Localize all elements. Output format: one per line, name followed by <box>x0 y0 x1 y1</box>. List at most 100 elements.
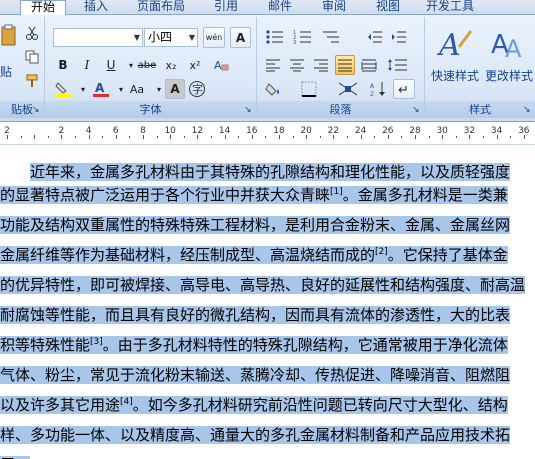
font-group: ▼ 小四 ▼ wén A B I U ▾ abe x₂ x² A ▾ A ▾ A… <box>45 17 257 118</box>
styles-group-label: 样式 <box>425 101 535 118</box>
change-styles-label[interactable]: 更改样式 <box>485 67 533 84</box>
citation-superscript[interactable]: [3] <box>90 337 103 347</box>
ruler-number: 14 <box>218 126 231 136</box>
format-painter-button[interactable] <box>22 71 42 91</box>
italic-button[interactable]: I <box>77 55 97 75</box>
phonetic-guide-label: wén <box>205 33 223 42</box>
svg-text:A: A <box>214 59 222 72</box>
multilevel-list-button[interactable] <box>319 27 343 47</box>
paste-label[interactable]: 贴 <box>0 63 12 80</box>
phonetic-guide-button[interactable]: wén <box>203 27 225 48</box>
selected-text: 的显著特点被广泛运用于各个行业中并获大众青睐[1]。金属多孔材料是一类兼 <box>0 186 508 204</box>
borders-button[interactable] <box>297 79 321 99</box>
numbering-button[interactable]: 123 <box>291 27 315 47</box>
justify-button[interactable] <box>335 55 355 75</box>
tab-view[interactable]: 视图 <box>368 0 408 14</box>
paragraph-group-label: 段落 <box>257 101 424 118</box>
distributed-button[interactable] <box>359 55 379 75</box>
font-color-button[interactable]: A <box>91 79 111 99</box>
quick-styles-label[interactable]: 快速样式 <box>431 67 479 84</box>
ruler-minor-tick <box>347 136 348 138</box>
clipboard-icon <box>1 24 16 46</box>
bold-button[interactable]: B <box>53 55 73 75</box>
enclose-characters-button[interactable]: 字 <box>187 79 207 99</box>
superscript-button[interactable]: x² <box>185 55 205 75</box>
document-line[interactable]: 耐腐蚀等性能，而且具有良好的微孔结构，因而具有流体的渗透性，大的比表 <box>0 303 511 327</box>
clipboard-dialog-launcher-icon[interactable]: ↘ <box>32 106 41 115</box>
line-text: 。由于多孔材料特性的特殊孔隙结构，它通常被用于净化流体 <box>102 336 508 354</box>
ruler-minor-tick <box>292 136 294 138</box>
ruler-number: 4 <box>85 126 92 136</box>
tab-review[interactable]: 审阅 <box>314 0 354 14</box>
cut-button[interactable] <box>22 23 42 43</box>
show-hide-marks-button[interactable]: ↵ <box>393 79 415 99</box>
document-line[interactable]: 积等特殊性能[3]。由于多孔材料特性的特殊孔隙结构，它通常被用于净化流体 <box>0 333 508 357</box>
line-text: 积等特殊性能 <box>0 336 91 354</box>
tab-mailings[interactable]: 邮件 <box>260 0 300 14</box>
paste-button[interactable] <box>0 23 18 49</box>
sort-button[interactable]: AZ <box>367 79 391 99</box>
ruler-minor-tick <box>183 136 185 138</box>
eraser-icon: A <box>214 59 229 72</box>
align-left-icon <box>266 59 280 72</box>
document-line[interactable]: 气体、粉尘，常见于流化粉末输送、蒸腾冷却、传热促进、降噪消音、阻燃阻 <box>0 363 511 387</box>
font-name-combo[interactable]: ▼ <box>53 28 143 47</box>
ribbon: 贴 贴板 ↘ ▼ 小四 ▼ wén A B I U ▾ abe x₂ x² A … <box>0 15 535 122</box>
document-line[interactable]: 展。 <box>0 453 31 459</box>
align-right-icon <box>314 59 328 72</box>
subscript-button[interactable]: x₂ <box>161 55 181 75</box>
citation-superscript[interactable]: [1] <box>330 187 343 197</box>
document-page[interactable]: 近年来，金属多孔材料由于其特殊的孔隙结构和理化性能，以及质轻强度的显著特点被广泛… <box>0 145 535 459</box>
align-left-button[interactable] <box>263 55 283 75</box>
horizontal-ruler[interactable]: 2 2 4 6 8 10 12 14 16 18 20 22 24 26 28 30 32 34 36 <box>0 122 535 145</box>
document-line[interactable]: 样、多功能一体、以及精度高、通量大的多孔金属材料制备和产品应用技术拓 <box>0 423 511 447</box>
ruler-number: 34 <box>490 126 503 136</box>
line-spacing-button[interactable] <box>385 55 411 75</box>
copy-button[interactable] <box>22 47 42 67</box>
ruler-minor-tick <box>374 136 376 138</box>
copy-icon <box>25 50 39 64</box>
increase-indent-button[interactable] <box>389 27 409 47</box>
character-shading-button[interactable]: A <box>165 79 185 99</box>
font-dialog-launcher-icon[interactable]: ↘ <box>244 106 253 115</box>
font-size-combo[interactable]: 小四 ▼ <box>144 28 198 47</box>
quick-styles-icon: A <box>437 28 473 61</box>
styles-dialog-launcher-icon[interactable]: ↘ <box>523 106 532 115</box>
align-center-icon <box>290 59 304 72</box>
change-case-button[interactable]: Aa <box>125 79 149 99</box>
document-line[interactable]: 以及许多其它用途[4]。如今多孔材料研究前沿性问题已转向尺寸大型化、结构 <box>0 393 508 417</box>
align-center-button[interactable] <box>287 55 307 75</box>
font-size-value: 小四 <box>148 30 173 44</box>
tab-insert[interactable]: 插入 <box>76 0 116 14</box>
change-styles-button[interactable]: AA <box>489 23 529 63</box>
tab-page-layout[interactable]: 页面布局 <box>131 0 191 14</box>
ruler-minor-tick <box>265 136 267 138</box>
decrease-indent-button[interactable] <box>365 27 385 47</box>
svg-text:A: A <box>95 81 105 95</box>
document-line[interactable]: 金属纤维等作为基础材料，经压制成型、高温烧结而成的[2]。它保持了基体金 <box>0 243 508 267</box>
align-right-button[interactable] <box>311 55 331 75</box>
citation-superscript[interactable]: [2] <box>375 247 388 257</box>
character-border-button[interactable]: A <box>230 27 251 48</box>
underline-button[interactable]: U <box>101 55 121 75</box>
shading-button[interactable] <box>263 79 289 99</box>
document-line[interactable]: 的优异特性，即可被焊接、高导电、高导热、良好的延展性和结构强度、耐高温 <box>0 273 526 297</box>
chinese-layout-button[interactable] <box>335 79 361 99</box>
document-line[interactable]: 近年来，金属多孔材料由于其特殊的孔隙结构和理化性能，以及质轻强度 <box>0 153 511 181</box>
quick-styles-button[interactable]: A <box>435 23 475 63</box>
document-line[interactable]: 功能及结构双重属性的特殊特殊工程材料，是利用合金粉末、金属、金属丝网 <box>0 213 511 237</box>
tab-developer[interactable]: 开发工具 <box>420 0 480 14</box>
highlight-button[interactable] <box>53 79 73 99</box>
svg-text:字: 字 <box>192 82 203 96</box>
strikethrough-button[interactable]: abe <box>137 55 157 75</box>
tab-references[interactable]: 引用 <box>206 0 246 14</box>
tab-home[interactable]: 开始 <box>20 0 66 16</box>
selected-text: 功能及结构双重属性的特殊特殊工程材料，是利用合金粉末、金属、金属丝网 <box>0 216 511 234</box>
citation-superscript[interactable]: [4] <box>120 397 133 407</box>
clear-formatting-button[interactable]: A <box>211 55 231 75</box>
highlight-dropdown-icon[interactable]: ▾ <box>73 79 93 99</box>
paragraph-dialog-launcher-icon[interactable]: ↘ <box>412 106 421 115</box>
chevron-down-icon: ▼ <box>133 33 140 42</box>
bullets-button[interactable] <box>263 27 287 47</box>
document-line[interactable]: 的显著特点被广泛运用于各个行业中并获大众青睐[1]。金属多孔材料是一类兼 <box>0 183 508 207</box>
